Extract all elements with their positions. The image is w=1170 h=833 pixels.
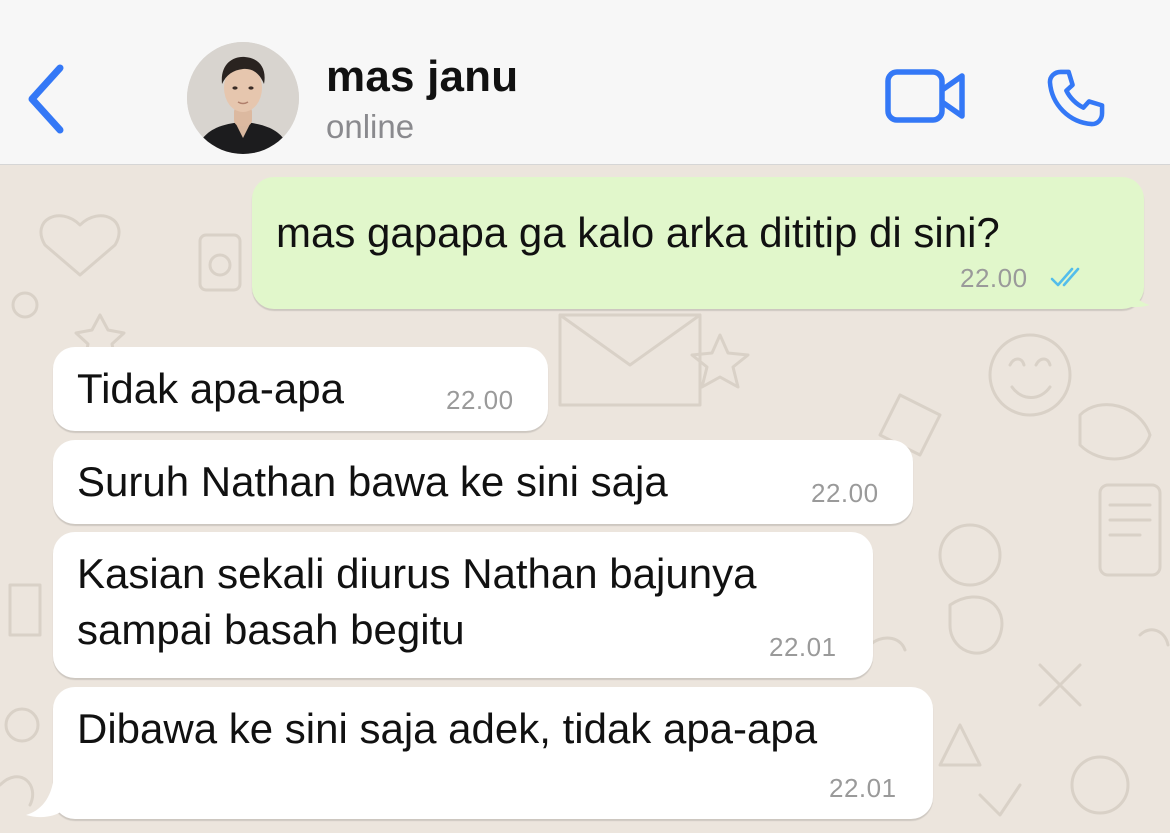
message-time: 22.00: [960, 263, 1028, 293]
avatar-photo: [187, 42, 299, 154]
read-receipt-icon: [1050, 267, 1080, 287]
message-time: 22.00: [811, 478, 879, 508]
message-text-line-2: sampai basah begitu: [77, 606, 465, 653]
message-time: 22.01: [829, 773, 897, 803]
chat-area[interactable]: mas gapapa ga kalo arka dititip di sini?…: [0, 165, 1170, 833]
incoming-message-bubble[interactable]: Suruh Nathan bawa ke sini saja 22.00: [53, 440, 913, 524]
incoming-bubble-tail: [26, 775, 62, 818]
phone-icon: [1047, 69, 1105, 127]
message-text-line-1: Kasian sekali diurus Nathan bajunya: [77, 550, 757, 597]
video-camera-icon: [885, 69, 965, 123]
message-text: Dibawa ke sini saja adek, tidak apa-apa: [77, 705, 818, 752]
message-time: 22.00: [446, 385, 514, 415]
voice-call-button[interactable]: [1042, 64, 1110, 132]
message-text: mas gapapa ga kalo arka dititip di sini?: [276, 209, 1000, 256]
outgoing-message-bubble[interactable]: mas gapapa ga kalo arka dititip di sini?…: [252, 177, 1144, 309]
message-text: Suruh Nathan bawa ke sini saja: [77, 458, 668, 505]
chat-header: mas janu online: [0, 0, 1170, 165]
incoming-message-bubble[interactable]: Kasian sekali diurus Nathan bajunya samp…: [53, 532, 873, 678]
message-time: 22.01: [769, 632, 837, 662]
incoming-message-bubble[interactable]: Dibawa ke sini saja adek, tidak apa-apa …: [53, 687, 933, 819]
message-text: Tidak apa-apa: [77, 365, 344, 412]
outgoing-bubble-tail: [1114, 265, 1150, 308]
contact-avatar[interactable]: [187, 42, 299, 154]
incoming-message-bubble[interactable]: Tidak apa-apa 22.00: [53, 347, 548, 431]
contact-name[interactable]: mas janu: [326, 52, 518, 102]
video-call-button[interactable]: [884, 66, 968, 126]
back-button[interactable]: [22, 62, 72, 136]
contact-status: online: [326, 108, 415, 145]
chevron-left-icon: [28, 64, 64, 134]
